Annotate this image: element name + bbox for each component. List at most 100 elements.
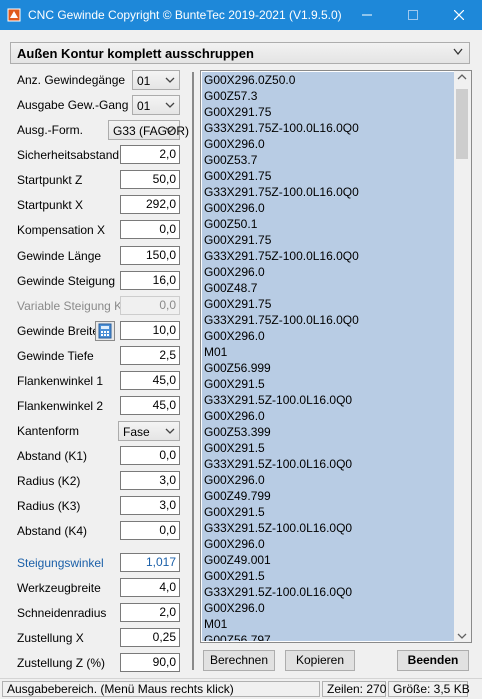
status-bar: Ausgabebereich. (Menü Maus rechts klick)… <box>0 678 482 699</box>
output-line[interactable]: G00X296.0 <box>204 409 265 423</box>
field-input[interactable]: 3,0 <box>120 496 180 516</box>
field-input[interactable]: 150,0 <box>120 245 180 265</box>
output-line[interactable]: G00X296.0 <box>204 473 265 487</box>
output-line[interactable]: G00X291.5 <box>204 441 265 455</box>
output-line[interactable]: G00X291.75 <box>204 233 271 247</box>
field-input[interactable]: 2,5 <box>120 345 180 365</box>
calculator-button[interactable] <box>95 320 115 341</box>
output-line[interactable]: G00X296.0 <box>204 201 265 215</box>
field-label: Steigungswinkel <box>17 555 104 570</box>
scroll-down-icon[interactable] <box>457 632 467 640</box>
app-icon <box>7 8 21 22</box>
field-combo[interactable]: 01 <box>132 95 180 116</box>
output-line[interactable]: G00Z49.001 <box>204 553 271 567</box>
field-row: Flankenwinkel 2 45,0 <box>0 394 190 418</box>
field-label: Werkzeugbreite <box>17 580 101 595</box>
output-line[interactable]: G00Z50.1 <box>204 217 257 231</box>
field-input[interactable]: 1,017 <box>120 552 180 572</box>
output-line[interactable]: G00Z53.7 <box>204 153 257 167</box>
field-input: 0,0 <box>120 295 180 315</box>
output-line[interactable]: G00X291.75 <box>204 105 271 119</box>
output-lines[interactable]: G00X296.0Z50.0 G00Z57.3 G00X291.75 G33X291.… <box>202 72 454 641</box>
field-input[interactable]: 90,0 <box>120 652 180 672</box>
output-line[interactable]: G00X291.5 <box>204 505 265 519</box>
field-label: Sicherheitsabstand <box>17 148 120 163</box>
title-bar[interactable]: CNC Gewinde Copyright © BunteTec 2019-20… <box>0 0 482 30</box>
field-input[interactable]: 292,0 <box>120 195 180 215</box>
field-row: Schneidenradius 2,0 <box>0 601 190 625</box>
copy-button[interactable]: Kopieren <box>285 650 355 671</box>
output-line[interactable]: G00Z48.7 <box>204 281 257 295</box>
output-line[interactable]: G00X296.0 <box>204 329 265 343</box>
field-input[interactable]: 2,0 <box>120 145 180 165</box>
field-input[interactable]: 0,25 <box>120 627 180 647</box>
output-line[interactable]: G00X296.0 <box>204 265 265 279</box>
field-combo-value: Fase <box>123 425 150 440</box>
mode-select[interactable]: Außen Kontur komplett ausschruppen <box>10 42 470 64</box>
output-line[interactable]: G00X296.0 <box>204 137 265 151</box>
field-label: Radius (K2) <box>17 474 81 489</box>
maximize-icon <box>408 10 418 20</box>
output-line[interactable]: G00X296.0 <box>204 537 265 551</box>
field-input[interactable]: 10,0 <box>120 320 180 340</box>
output-line[interactable]: G00X291.75 <box>204 297 271 311</box>
output-line[interactable]: G00X291.5 <box>204 569 265 583</box>
field-combo[interactable]: 01 <box>132 70 180 90</box>
chevron-down-icon <box>165 77 175 83</box>
output-line[interactable]: G33X291.75Z-100.0L16.0Q0 <box>204 249 359 263</box>
field-row: Zustellung Z (%) 90,0 <box>0 651 190 675</box>
field-input[interactable]: 0,0 <box>120 446 180 466</box>
output-line[interactable]: G00X291.75 <box>204 169 271 183</box>
output-line[interactable]: G33X291.5Z-100.0L16.0Q0 <box>204 521 352 535</box>
field-row: Variable Steigung K 0,0 <box>0 294 190 318</box>
maximize-button[interactable] <box>390 0 436 30</box>
output-line[interactable]: G00Z56.999 <box>204 361 271 375</box>
field-label: Flankenwinkel 1 <box>17 373 104 388</box>
field-row: Sicherheitsabstand 2,0 <box>0 143 190 167</box>
output-line[interactable]: G00X291.5 <box>204 377 265 391</box>
close-button[interactable] <box>436 0 482 30</box>
field-input[interactable]: 45,0 <box>120 370 180 390</box>
output-line[interactable]: M01 <box>204 345 227 359</box>
output-line[interactable]: G33X291.5Z-100.0L16.0Q0 <box>204 457 352 471</box>
field-label: Gewinde Tiefe <box>17 348 94 363</box>
output-line[interactable]: G33X291.5Z-100.0L16.0Q0 <box>204 393 352 407</box>
minimize-button[interactable] <box>344 0 390 30</box>
output-line[interactable]: G00Z56.797 <box>204 633 271 641</box>
output-line[interactable]: M01 <box>204 617 227 631</box>
field-input[interactable]: 2,0 <box>120 602 180 622</box>
output-line[interactable]: G33X291.5Z-100.0L16.0Q0 <box>204 585 352 599</box>
field-row: Abstand (K1) 0,0 <box>0 444 190 468</box>
output-line[interactable]: G00Z53.399 <box>204 425 271 439</box>
output-line[interactable]: G33X291.75Z-100.0L16.0Q0 <box>204 313 359 327</box>
output-line[interactable]: G33X291.75Z-100.0L16.0Q0 <box>204 185 359 199</box>
scrollbar-thumb[interactable] <box>456 89 468 159</box>
field-input[interactable]: 0,0 <box>120 521 180 541</box>
field-combo[interactable]: G33 (FAGOR) <box>108 120 189 141</box>
panel-splitter[interactable] <box>192 72 194 670</box>
field-label: Kompensation X <box>17 223 106 238</box>
field-input[interactable]: 0,0 <box>120 220 180 240</box>
field-combo[interactable]: Fase <box>118 421 180 442</box>
field-label: Anz. Gewindegänge <box>17 73 126 87</box>
output-line[interactable]: G00Z49.799 <box>204 489 271 503</box>
field-input[interactable]: 50,0 <box>120 170 180 190</box>
field-input[interactable]: 45,0 <box>120 396 180 416</box>
field-label: Kantenform <box>17 424 80 439</box>
scroll-up-icon[interactable] <box>457 73 467 81</box>
field-label: Abstand (K4) <box>17 524 88 539</box>
field-input[interactable]: 3,0 <box>120 471 180 491</box>
output-line[interactable]: G33X291.75Z-100.0L16.0Q0 <box>204 121 359 135</box>
output-line[interactable]: G00X296.0Z50.0 <box>204 73 295 87</box>
window-title: CNC Gewinde Copyright © BunteTec 2019-20… <box>28 8 342 22</box>
field-input[interactable]: 4,0 <box>120 577 180 597</box>
quit-button[interactable]: Beenden <box>397 650 469 671</box>
field-input[interactable]: 16,0 <box>120 270 180 290</box>
vertical-scrollbar[interactable] <box>454 71 471 642</box>
output-line[interactable]: G00X296.0 <box>204 601 265 615</box>
output-area[interactable]: G00X296.0Z50.0 G00Z57.3 G00X291.75 G33X291.… <box>200 70 472 643</box>
calculate-button[interactable]: Berechnen <box>203 650 275 671</box>
output-line[interactable]: G00Z57.3 <box>204 89 257 103</box>
field-row: Radius (K3) 3,0 <box>0 494 190 518</box>
status-line-count: Zeilen: 270 <box>322 681 386 697</box>
